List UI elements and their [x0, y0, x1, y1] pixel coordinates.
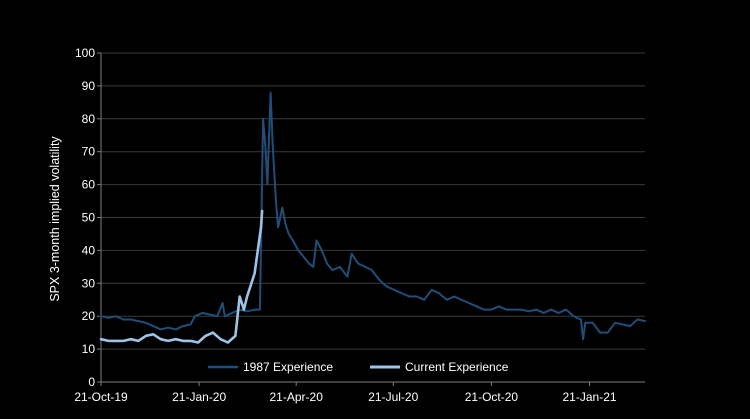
y-tick-label: 100 — [75, 46, 95, 60]
legend-label: Current Experience — [405, 360, 509, 374]
y-tick-label: 50 — [82, 211, 96, 225]
y-tick-label: 70 — [82, 145, 96, 159]
y-tick-label: 40 — [82, 243, 96, 257]
y-tick-label: 60 — [82, 178, 96, 192]
legend-label: 1987 Experience — [243, 360, 333, 374]
x-tick-label: 21-Jan-21 — [563, 390, 617, 404]
x-tick-label: 21-Oct-20 — [465, 390, 519, 404]
y-axis-label: SPX 3-month implied volatility — [48, 136, 62, 302]
y-tick-label: 90 — [82, 79, 96, 93]
x-tick-label: 21-Jul-20 — [368, 390, 418, 404]
x-tick-label: 21-Jan-20 — [172, 390, 226, 404]
y-tick-label: 0 — [88, 375, 95, 389]
y-tick-label: 10 — [82, 342, 96, 356]
y-tick-label: 80 — [82, 112, 96, 126]
chart-background — [0, 0, 750, 419]
y-tick-label: 20 — [82, 309, 96, 323]
x-tick-label: 21-Apr-20 — [270, 390, 324, 404]
chart: 0 10 20 30 40 50 60 70 80 90 100 21-Oct-19 21-Jan-2… — [0, 0, 750, 419]
y-tick-label: 30 — [82, 276, 96, 290]
x-tick-label: 21-Oct-19 — [74, 390, 128, 404]
